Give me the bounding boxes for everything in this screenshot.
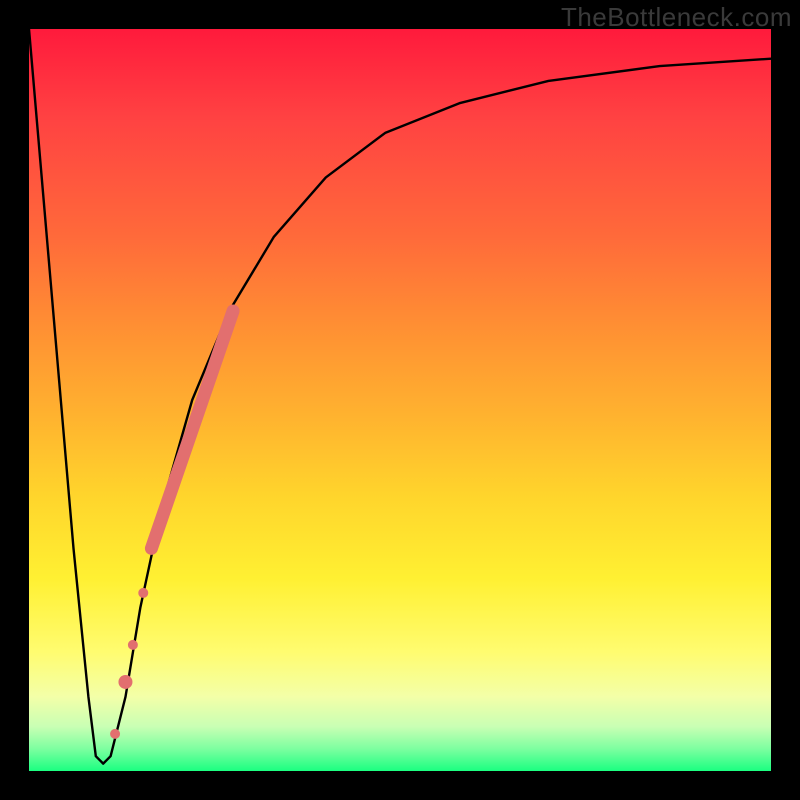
chart-frame: TheBottleneck.com [0,0,800,800]
plot-area [29,29,771,771]
chart-svg [29,29,771,771]
highlight-segment [151,311,233,548]
bottleneck-curve [29,29,771,764]
watermark-text: TheBottleneck.com [561,2,792,33]
marker-dot-1 [138,588,148,598]
marker-dot-3 [118,675,132,689]
marker-dot-2 [128,640,138,650]
marker-dot-4 [110,729,120,739]
